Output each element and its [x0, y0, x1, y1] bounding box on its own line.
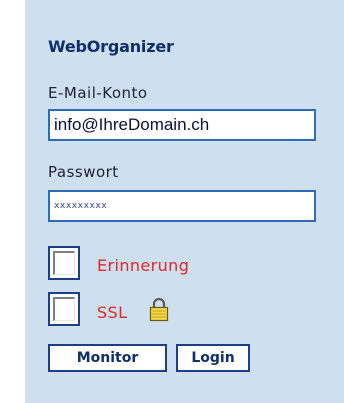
lock-icon: [149, 297, 169, 322]
ssl-checkbox[interactable]: [48, 292, 80, 326]
remember-label: Erinnerung: [97, 256, 190, 275]
email-label: E-Mail-Konto: [48, 84, 148, 102]
password-label: Passwort: [48, 163, 119, 181]
app-title: WebOrganizer: [48, 37, 174, 56]
remember-checkbox[interactable]: [48, 246, 80, 280]
password-field[interactable]: xxxxxxxxx: [48, 190, 316, 222]
monitor-button[interactable]: Monitor: [48, 344, 167, 372]
ssl-label: SSL: [97, 303, 128, 322]
login-button[interactable]: Login: [176, 344, 250, 372]
email-field[interactable]: info@IhreDomain.ch: [48, 109, 316, 141]
